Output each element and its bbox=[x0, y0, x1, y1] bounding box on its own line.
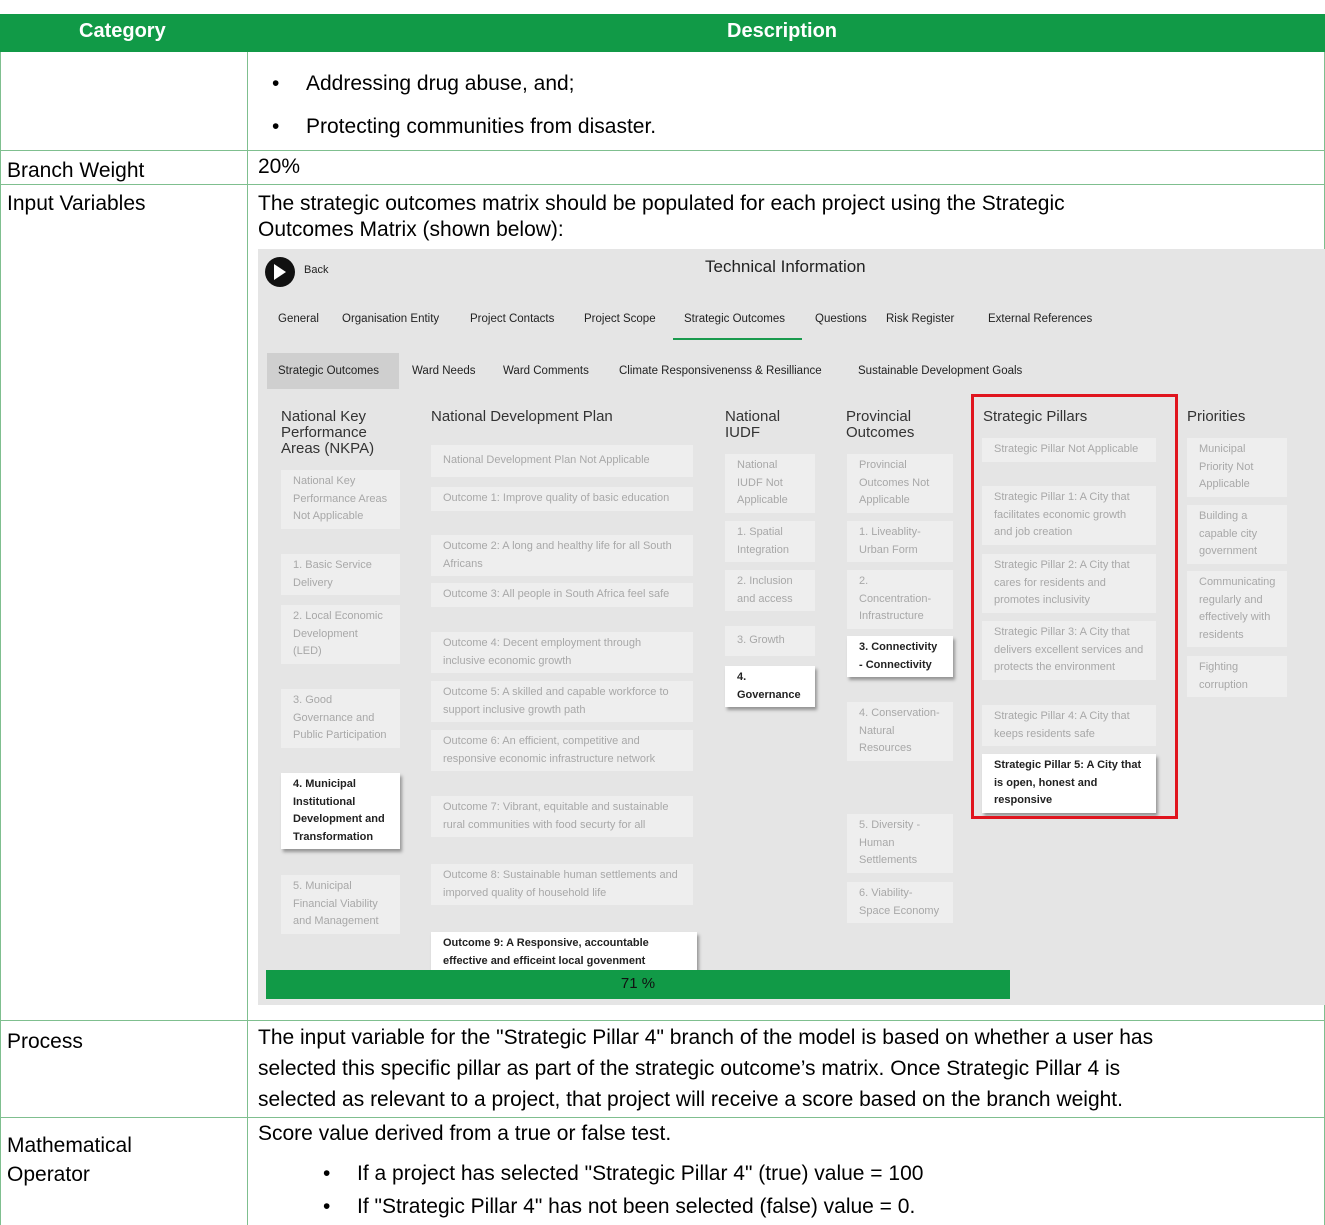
process-label: Process bbox=[7, 1030, 83, 1053]
provincial-option[interactable]: 2. Concentration- Infrastructure bbox=[847, 570, 953, 629]
nkpa-option[interactable]: 1. Basic Service Delivery bbox=[281, 554, 400, 595]
row-divider bbox=[0, 1117, 1325, 1118]
input-variables-text: Outcomes Matrix (shown below): bbox=[258, 218, 564, 241]
priority-option[interactable]: Communicating regularly and effectively … bbox=[1187, 571, 1287, 647]
column-divider bbox=[247, 52, 248, 1225]
tab-questions[interactable]: Questions bbox=[815, 313, 867, 325]
tab-external-references[interactable]: External References bbox=[988, 313, 1092, 325]
table-border-left bbox=[0, 52, 1, 1225]
provincial-option[interactable]: 5. Diversity - Human Settlements bbox=[847, 814, 953, 873]
ndp-option[interactable]: Outcome 8: Sustainable human settlements… bbox=[431, 864, 693, 905]
ndp-option[interactable]: Outcome 6: An efficient, competitive and… bbox=[431, 730, 693, 771]
progress-label: 71 % bbox=[620, 975, 656, 992]
ndp-option-selected[interactable]: Outcome 9: A Responsive, accountable eff… bbox=[431, 932, 697, 972]
strategic-outcomes-screenshot: Back Technical Information General Organ… bbox=[258, 249, 1325, 1005]
highlight-box bbox=[971, 394, 1178, 819]
header-category: Category bbox=[79, 20, 166, 42]
subtab-ward-needs[interactable]: Ward Needs bbox=[412, 365, 476, 377]
tab-project-scope[interactable]: Project Scope bbox=[584, 313, 656, 325]
branch-weight-value: 20% bbox=[258, 155, 301, 178]
page-title: Technical Information bbox=[705, 257, 866, 276]
header-description: Description bbox=[727, 20, 838, 42]
bullet-item: Addressing drug abuse, and; bbox=[272, 71, 574, 97]
bullet-item: Protecting communities from disaster. bbox=[272, 114, 656, 140]
provincial-option[interactable]: 1. Liveablity- Urban Form bbox=[847, 521, 953, 562]
process-text: The input variable for the "Strategic Pi… bbox=[258, 1026, 1154, 1049]
nkpa-option[interactable]: 5. Municipal Financial Viability and Man… bbox=[281, 875, 400, 934]
math-operator-label: Operator bbox=[7, 1163, 90, 1186]
ndp-option[interactable]: Outcome 4: Decent employment through inc… bbox=[431, 632, 693, 673]
ndp-heading: National Development Plan bbox=[431, 408, 613, 425]
nkpa-option[interactable]: 3. Good Governance and Public Participat… bbox=[281, 689, 400, 748]
provincial-option-selected[interactable]: 3. Connectivity - Connectivity bbox=[847, 636, 953, 677]
process-text: selected this specific pillar as part of… bbox=[258, 1057, 1121, 1080]
tab-project-contacts[interactable]: Project Contacts bbox=[470, 313, 554, 325]
nkpa-option[interactable]: National Key Performance Areas Not Appli… bbox=[281, 470, 400, 529]
tab-strategic-outcomes[interactable]: Strategic Outcomes bbox=[684, 313, 785, 325]
tab-risk-register[interactable]: Risk Register bbox=[886, 313, 954, 325]
back-arrow-icon[interactable] bbox=[265, 257, 295, 287]
input-variables-label: Input Variables bbox=[7, 192, 146, 215]
ndp-option[interactable]: National Development Plan Not Applicable bbox=[431, 445, 693, 477]
process-text: selected as relevant to a project, that … bbox=[258, 1088, 1123, 1111]
row-divider bbox=[0, 184, 1325, 185]
iudf-option[interactable]: 2. Inclusion and access bbox=[725, 570, 815, 611]
active-tab-underline bbox=[673, 338, 802, 340]
priority-option[interactable]: Municipal Priority Not Applicable bbox=[1187, 438, 1287, 497]
ndp-option[interactable]: Outcome 2: A long and healthy life for a… bbox=[431, 535, 693, 576]
priority-option[interactable]: Building a capable city government bbox=[1187, 505, 1287, 564]
ndp-option[interactable]: Outcome 3: All people in South Africa fe… bbox=[431, 583, 693, 607]
subtab-sdg[interactable]: Sustainable Development Goals bbox=[858, 365, 1022, 377]
math-operator-label: Mathematical bbox=[7, 1134, 132, 1157]
priority-option[interactable]: Fighting corruption bbox=[1187, 656, 1287, 697]
iudf-heading: National IUDF bbox=[725, 408, 781, 441]
ndp-option[interactable]: Outcome 5: A skilled and capable workfor… bbox=[431, 681, 693, 722]
nkpa-option-selected[interactable]: 4. Municipal Institutional Development a… bbox=[281, 773, 400, 849]
provincial-option[interactable]: Provincial Outcomes Not Applicable bbox=[847, 454, 953, 513]
math-operator-text: Score value derived from a true or false… bbox=[258, 1122, 672, 1145]
iudf-option-selected[interactable]: 4. Governance bbox=[725, 666, 815, 707]
priorities-heading: Priorities bbox=[1187, 408, 1246, 425]
iudf-option[interactable]: National IUDF Not Applicable bbox=[725, 454, 815, 513]
provincial-option[interactable]: 6. Viability- Space Economy bbox=[847, 882, 953, 923]
bullet-item: If "Strategic Pillar 4" has not been sel… bbox=[323, 1194, 915, 1220]
tab-organisation-entity[interactable]: Organisation Entity bbox=[342, 313, 439, 325]
ndp-option[interactable]: Outcome 1: Improve quality of basic educ… bbox=[431, 487, 693, 511]
bullet-item: If a project has selected "Strategic Pil… bbox=[323, 1161, 923, 1187]
subtab-ward-comments[interactable]: Ward Comments bbox=[503, 365, 589, 377]
tab-general[interactable]: General bbox=[278, 313, 319, 325]
iudf-option[interactable]: 3. Growth bbox=[725, 626, 815, 656]
back-button[interactable]: Back bbox=[304, 264, 328, 276]
input-variables-text: The strategic outcomes matrix should be … bbox=[258, 192, 1065, 215]
subtab-climate-resilience[interactable]: Climate Responsivenenss & Resilliance bbox=[619, 365, 822, 377]
branch-weight-label: Branch Weight bbox=[7, 159, 145, 182]
nkpa-option[interactable]: 2. Local Economic Development (LED) bbox=[281, 605, 400, 664]
table-header: Category Description bbox=[0, 14, 1325, 52]
provincial-option[interactable]: 4. Conservation- Natural Resources bbox=[847, 702, 953, 761]
progress-bar: 71 % bbox=[266, 970, 1010, 999]
row-divider bbox=[0, 1020, 1325, 1021]
nkpa-heading: National Key Performance Areas (NKPA) bbox=[281, 408, 375, 457]
subtab-strategic-outcomes[interactable]: Strategic Outcomes bbox=[278, 365, 379, 377]
provincial-heading: Provincial Outcomes bbox=[846, 408, 915, 441]
ndp-option[interactable]: Outcome 7: Vibrant, equitable and sustai… bbox=[431, 796, 693, 837]
iudf-option[interactable]: 1. Spatial Integration bbox=[725, 521, 815, 562]
row-divider bbox=[0, 150, 1325, 151]
